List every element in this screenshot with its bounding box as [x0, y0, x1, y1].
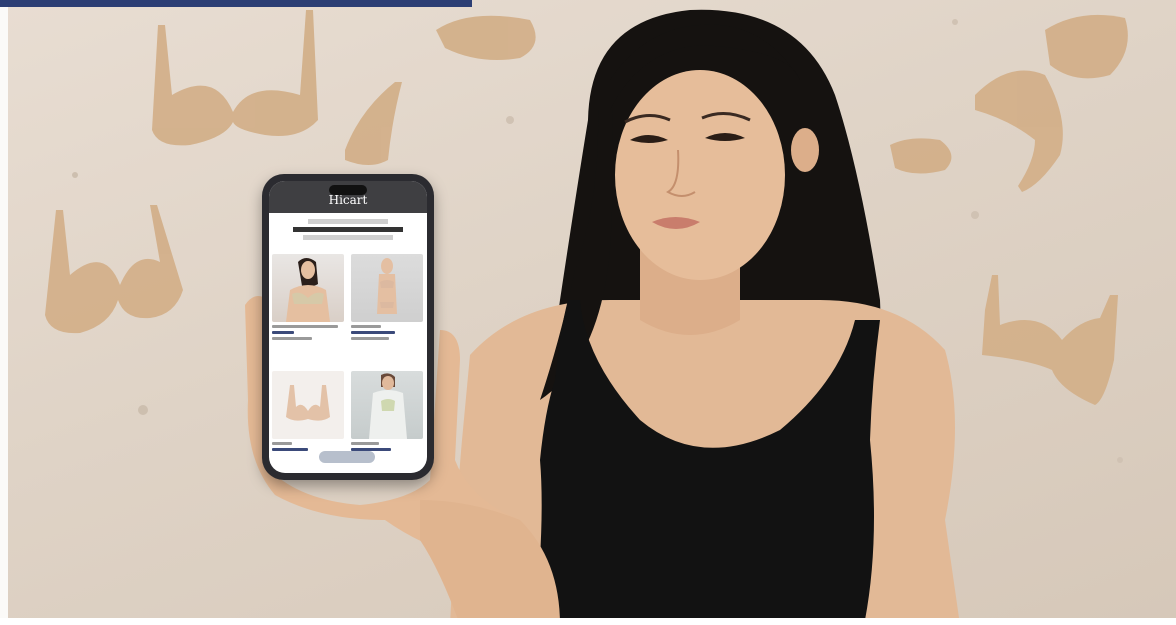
floating-button[interactable] [319, 451, 375, 463]
app-title: Hicart [328, 193, 368, 207]
product-image[interactable] [351, 254, 423, 322]
photo-scene: Hicart [0, 0, 1176, 625]
product-price [272, 448, 308, 451]
app-header: Hicart [269, 181, 427, 213]
phone-notch [329, 185, 367, 195]
product-name [351, 442, 379, 445]
product-card[interactable] [351, 371, 423, 454]
promo-text [275, 217, 421, 243]
product-rating [351, 337, 389, 340]
promo-line-3 [303, 235, 393, 240]
product-card[interactable] [351, 254, 423, 343]
background-illustration [45, 9, 1128, 625]
product-price [272, 331, 294, 334]
image-border-bottom [0, 618, 1176, 625]
phone-screen: Hicart [269, 181, 427, 473]
product-name [272, 442, 292, 445]
product-rating [272, 337, 312, 340]
product-price [351, 331, 395, 334]
smartphone: Hicart [262, 174, 434, 480]
promo-line-2 [293, 227, 403, 232]
product-image[interactable] [351, 371, 423, 439]
promo-line-1 [308, 219, 388, 224]
image-border-left [0, 0, 8, 625]
product-card[interactable] [272, 371, 344, 454]
product-card[interactable] [272, 254, 344, 343]
product-name [272, 325, 338, 328]
top-accent-bar [0, 0, 472, 7]
product-image[interactable] [272, 254, 344, 322]
product-name [351, 325, 381, 328]
product-image[interactable] [272, 371, 344, 439]
